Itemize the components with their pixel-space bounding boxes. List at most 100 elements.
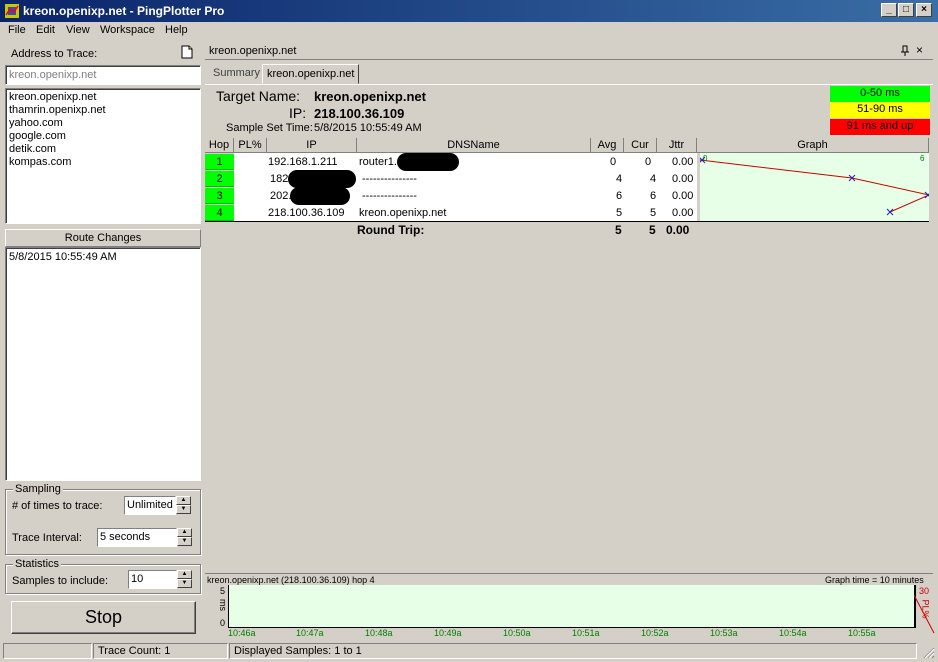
history-item[interactable]: detik.com <box>9 143 197 156</box>
cur-cell[interactable]: 5 <box>650 205 656 221</box>
samples-input[interactable]: 10 <box>128 570 177 589</box>
doc-panel-header <box>205 42 933 60</box>
spin-up-icon[interactable]: ▲ <box>177 570 192 579</box>
col-ip[interactable]: IP <box>267 138 357 153</box>
jttr-cell[interactable]: 0.00 <box>672 154 693 170</box>
tab-target[interactable]: kreon.openixp.net <box>262 64 360 84</box>
col-graph[interactable]: Graph <box>697 138 929 153</box>
samples-spinner[interactable]: ▲ ▼ <box>177 570 192 588</box>
status-trace-count: Trace Count: 1 <box>93 643 228 659</box>
sample-time: 5/8/2015 10:55:49 AM <box>314 122 422 134</box>
history-item[interactable]: yahoo.com <box>9 117 197 130</box>
hop-cell[interactable]: 2 <box>205 171 234 187</box>
x-tick: 10:46a <box>228 628 256 638</box>
col-dnsname[interactable]: DNSName <box>357 138 591 153</box>
hop-cell[interactable]: 3 <box>205 188 234 204</box>
avg-cell[interactable]: 6 <box>616 188 622 204</box>
pin-icon[interactable] <box>900 45 910 57</box>
times-spinner[interactable]: ▲ ▼ <box>176 496 191 514</box>
maximize-button[interactable]: □ <box>898 3 914 17</box>
route-change-item[interactable]: 5/8/2015 10:55:49 AM <box>9 251 197 263</box>
new-document-icon[interactable] <box>181 45 193 59</box>
title-bar: kreon.openixp.net - PingPlotter Pro _ □ … <box>0 0 938 22</box>
tab-summary[interactable]: Summary <box>209 64 264 84</box>
dns-cell[interactable]: --------------- <box>362 171 417 187</box>
target-ip: 218.100.36.109 <box>314 106 405 121</box>
hop-cell[interactable]: 4 <box>205 205 234 221</box>
stop-button[interactable]: Stop <box>11 601 196 634</box>
sampling-title: Sampling <box>13 483 63 495</box>
spin-up-icon[interactable]: ▲ <box>176 496 191 505</box>
doc-panel-title: kreon.openixp.net <box>209 45 297 57</box>
jttr-cell[interactable]: 0.00 <box>672 205 693 221</box>
panel-close-icon[interactable]: × <box>916 43 923 57</box>
redaction <box>288 170 356 188</box>
ip-cell[interactable]: 192.168.1.211 <box>268 154 338 170</box>
x-tick: 10:53a <box>710 628 738 638</box>
jttr-cell[interactable]: 0.00 <box>672 188 693 204</box>
sample-time-label: Sample Set Time: <box>226 122 313 134</box>
timeline-graph[interactable] <box>228 585 916 628</box>
col-pl[interactable]: PL% <box>234 138 267 153</box>
pl-tick-top: 30 <box>919 586 930 596</box>
ip-label: IP: <box>289 105 307 121</box>
status-displayed-samples: Displayed Samples: 1 to 1 <box>229 643 917 659</box>
menu-file[interactable]: File <box>8 24 26 36</box>
spin-down-icon[interactable]: ▼ <box>177 579 192 588</box>
avg-cell[interactable]: 5 <box>616 205 622 221</box>
x-tick: 10:47a <box>296 628 324 638</box>
timeline-divider <box>205 573 933 574</box>
x-tick: 10:48a <box>365 628 393 638</box>
history-item[interactable]: google.com <box>9 130 197 143</box>
graph-time: Graph time = 10 minutes <box>825 575 924 585</box>
history-item[interactable]: kreon.openixp.net <box>9 91 197 104</box>
samples-label: Samples to include: <box>12 575 108 587</box>
resize-grip-icon[interactable] <box>922 646 935 659</box>
graph-max-label: 6 <box>920 154 925 163</box>
cur-cell[interactable]: 4 <box>650 171 656 187</box>
redaction <box>397 153 459 171</box>
history-item[interactable]: thamrin.openixp.net <box>9 104 197 117</box>
col-hop[interactable]: Hop <box>205 138 234 153</box>
y-tick-top: 5 <box>220 586 226 596</box>
interval-spinner[interactable]: ▲ ▼ <box>177 528 192 546</box>
menu-workspace[interactable]: Workspace <box>100 24 155 36</box>
interval-input[interactable]: 5 seconds <box>97 528 177 547</box>
cur-cell[interactable]: 6 <box>650 188 656 204</box>
col-avg[interactable]: Avg <box>591 138 624 153</box>
status-segment-empty <box>3 643 92 659</box>
menu-help[interactable]: Help <box>165 24 188 36</box>
statistics-title: Statistics <box>13 558 62 570</box>
close-button[interactable]: × <box>916 3 932 17</box>
address-input[interactable]: kreon.openixp.net <box>5 65 201 85</box>
minimize-button[interactable]: _ <box>881 3 897 17</box>
route-changes-list[interactable]: 5/8/2015 10:55:49 AM <box>5 247 201 481</box>
hop-marker-4 <box>886 208 894 216</box>
spin-down-icon[interactable]: ▼ <box>176 505 191 514</box>
spin-up-icon[interactable]: ▲ <box>177 528 192 537</box>
hop-cell[interactable]: 1 <box>205 154 234 170</box>
col-cur[interactable]: Cur <box>624 138 657 153</box>
col-jttr[interactable]: Jttr <box>657 138 697 153</box>
history-list[interactable]: kreon.openixp.net thamrin.openixp.net ya… <box>5 88 201 224</box>
menu-edit[interactable]: Edit <box>36 24 55 36</box>
times-input[interactable]: Unlimited <box>124 496 176 515</box>
jttr-cell[interactable]: 0.00 <box>672 171 693 187</box>
tab-divider <box>205 84 933 85</box>
dns-cell[interactable]: router1. <box>359 154 397 170</box>
round-trip-avg: 5 <box>615 223 622 237</box>
route-graph: 0 6 <box>700 153 929 221</box>
dns-cell[interactable]: kreon.openixp.net <box>359 205 446 221</box>
y-axis-label: ms <box>218 599 228 611</box>
x-tick: 10:51a <box>572 628 600 638</box>
ip-cell[interactable]: 218.100.36.109 <box>268 205 344 221</box>
cur-cell[interactable]: 0 <box>645 154 651 170</box>
history-item[interactable]: kompas.com <box>9 156 197 169</box>
avg-cell[interactable]: 0 <box>610 154 616 170</box>
avg-cell[interactable]: 4 <box>616 171 622 187</box>
ip-cell[interactable]: 202. <box>270 188 291 204</box>
spin-down-icon[interactable]: ▼ <box>177 537 192 546</box>
menu-view[interactable]: View <box>66 24 90 36</box>
pl-axis-label: PL% <box>920 599 931 619</box>
dns-cell[interactable]: --------------- <box>362 188 417 204</box>
